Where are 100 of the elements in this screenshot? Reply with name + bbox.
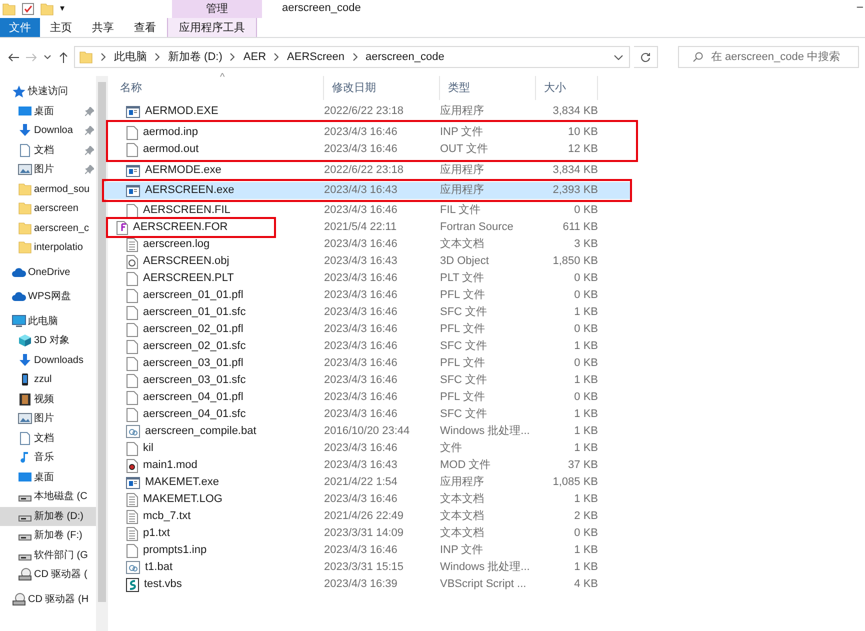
nav-item[interactable]: 新加卷 (F:) xyxy=(0,526,96,546)
file-row[interactable]: aerscreen_04_01.sfc 2023/4/3 16:46 SFC 文件 1 KB xyxy=(112,406,865,423)
search-field[interactable]: 在 aerscreen_code 中搜索 xyxy=(678,46,859,68)
file-row[interactable]: AERMOD.EXE 2022/6/22 23:18 应用程序 3,834 KB xyxy=(112,103,865,120)
file-row[interactable]: MAKEMET.exe 2021/4/22 1:54 应用程序 1,085 KB xyxy=(112,474,865,491)
file-name[interactable]: AERSCREEN.obj xyxy=(143,253,230,270)
file-row[interactable]: AERSCREEN.FIL 2023/4/3 16:46 FIL 文件 0 KB xyxy=(112,202,865,219)
file-name[interactable]: aerscreen_03_01.pfl xyxy=(143,355,244,372)
address-field[interactable]: 此电脑 新加卷 (D:) AER AERScreen aerscreen_code xyxy=(74,46,630,68)
file-name[interactable]: p1.txt xyxy=(143,525,170,542)
nav-item[interactable]: 图片 xyxy=(0,409,96,428)
nav-item[interactable]: aermod_sou xyxy=(0,180,96,199)
file-name[interactable]: aerscreen_01_01.pfl xyxy=(143,287,244,304)
checkbox-icon[interactable] xyxy=(22,3,34,15)
breadcrumb-item[interactable]: 此电脑 xyxy=(114,48,147,66)
pin-icon[interactable] xyxy=(85,165,94,174)
nav-item[interactable]: 文档 xyxy=(0,140,96,160)
nav-item[interactable]: 快速访问 xyxy=(0,82,96,102)
pin-icon[interactable] xyxy=(85,106,94,116)
nav-item[interactable]: 软件部门 (G xyxy=(0,546,96,565)
file-name[interactable]: aerscreen_03_01.sfc xyxy=(143,372,246,389)
file-row[interactable]: p1.txt 2023/3/31 14:09 文本文档 0 KB xyxy=(112,525,865,542)
file-row[interactable]: aerscreen_01_01.pfl 2023/4/3 16:46 PFL 文件 0 KB xyxy=(112,287,865,304)
file-row[interactable]: kil 2023/4/3 16:46 文件 1 KB xyxy=(112,440,865,457)
ribbon-tab[interactable]: 共享 xyxy=(82,18,124,37)
breadcrumb-item[interactable]: aerscreen_code xyxy=(366,48,444,66)
nav-item[interactable]: 音乐 xyxy=(0,448,96,468)
chevron-right-icon[interactable] xyxy=(230,53,236,61)
file-row[interactable]: aerscreen_02_01.pfl 2023/4/3 16:46 PFL 文件 0 KB xyxy=(112,321,865,338)
chevron-right-icon[interactable] xyxy=(274,53,280,61)
nav-item[interactable]: aerscreen_c xyxy=(0,218,96,238)
file-row[interactable]: AERSCREEN.FOR 2021/5/4 22:11 Fortran Source 611 KB xyxy=(112,217,865,238)
file-name[interactable]: prompts1.inp xyxy=(143,542,207,559)
back-arrow-icon[interactable] xyxy=(6,52,20,62)
breadcrumb-item[interactable]: AERScreen xyxy=(287,48,344,66)
nav-item[interactable]: Downloa xyxy=(0,121,96,140)
nav-item[interactable]: interpolatio xyxy=(0,238,96,258)
file-row[interactable]: aerscreen_04_01.pfl 2023/4/3 16:46 PFL 文件 0 KB xyxy=(112,389,865,406)
file-row[interactable]: aerscreen_compile.bat 2016/10/20 23:44 Windows 批处理... 1 KB xyxy=(112,423,865,440)
column-header[interactable]: 类型 xyxy=(440,76,536,100)
customize-caret[interactable]: ▾ xyxy=(60,2,65,16)
pin-icon[interactable] xyxy=(85,146,94,155)
ribbon-tab[interactable]: 查看 xyxy=(124,18,166,37)
file-row[interactable]: aermod.inp 2023/4/3 16:46 INP 文件 10 KB xyxy=(108,124,636,141)
file-name[interactable]: aerscreen.log xyxy=(143,236,210,253)
file-row[interactable]: aerscreen_03_01.sfc 2023/4/3 16:46 SFC 文件 1 KB xyxy=(112,372,865,389)
chevron-right-icon[interactable] xyxy=(101,53,106,61)
column-header[interactable]: 大小 xyxy=(536,76,598,100)
dropdown-chevron-icon[interactable] xyxy=(614,54,623,60)
file-row[interactable]: aerscreen_03_01.pfl 2023/4/3 16:46 PFL 文件 0 KB xyxy=(112,355,865,372)
breadcrumb-item[interactable]: 新加卷 (D:) xyxy=(168,48,222,66)
file-name[interactable]: MAKEMET.LOG xyxy=(143,491,222,508)
nav-item[interactable]: 图片 xyxy=(0,160,96,180)
breadcrumb-item[interactable]: AER xyxy=(243,48,266,66)
nav-item[interactable]: 桌面 xyxy=(0,468,96,487)
file-name[interactable]: aerscreen_compile.bat xyxy=(145,423,256,440)
file-row[interactable]: mcb_7.txt 2021/4/26 22:49 文本文档 2 KB xyxy=(112,508,865,525)
file-name[interactable]: aermod.out xyxy=(143,141,199,158)
column-header[interactable]: 修改日期 xyxy=(324,76,440,100)
file-row[interactable]: test.vbs 2023/4/3 16:39 VBScript Script ... 4 KB xyxy=(112,576,865,593)
file-name[interactable]: mcb_7.txt xyxy=(143,508,191,525)
pin-icon[interactable] xyxy=(85,126,94,136)
nav-item[interactable]: 新加卷 (D:) xyxy=(0,506,96,526)
file-row[interactable]: AERSCREEN.exe 2023/4/3 16:43 应用程序 2,393 KB xyxy=(104,182,630,199)
file-name[interactable]: AERMODE.exe xyxy=(145,162,222,179)
file-name[interactable]: aerscreen_02_01.sfc xyxy=(143,338,246,355)
file-name[interactable]: main1.mod xyxy=(143,457,198,474)
file-name[interactable]: aerscreen_04_01.pfl xyxy=(143,389,244,406)
file-row[interactable]: AERSCREEN.obj 2023/4/3 16:43 3D Object 1,850 KB xyxy=(112,253,865,270)
file-name[interactable]: AERSCREEN.PLT xyxy=(143,270,234,287)
file-row[interactable]: aerscreen.log 2023/4/3 16:46 文本文档 3 KB xyxy=(112,236,865,253)
minimize-button[interactable]: – xyxy=(856,0,863,14)
file-name[interactable]: MAKEMET.exe xyxy=(145,474,219,491)
nav-item[interactable]: 3D 对象 xyxy=(0,331,96,350)
file-row[interactable]: aermod.out 2023/4/3 16:46 OUT 文件 12 KB xyxy=(108,141,636,158)
nav-item[interactable]: zzul xyxy=(0,370,96,390)
file-name[interactable]: AERSCREEN.FOR xyxy=(133,219,228,236)
refresh-button[interactable] xyxy=(634,46,658,68)
scrollbar[interactable] xyxy=(96,76,108,631)
file-name[interactable]: aerscreen_02_01.pfl xyxy=(143,321,244,338)
file-row[interactable]: AERSCREEN.PLT 2023/4/3 16:46 PLT 文件 0 KB xyxy=(112,270,865,287)
file-row[interactable]: t1.bat 2023/3/31 15:15 Windows 批处理... 1 KB xyxy=(112,559,865,576)
nav-item[interactable]: aerscreen xyxy=(0,199,96,218)
file-name[interactable]: AERMOD.EXE xyxy=(145,103,218,120)
file-name[interactable]: kil xyxy=(143,440,154,457)
nav-item[interactable]: OneDrive xyxy=(0,262,96,282)
nav-item[interactable]: 此电脑 xyxy=(0,312,96,331)
file-name[interactable]: aerscreen_01_01.sfc xyxy=(143,304,246,321)
nav-item[interactable]: 本地磁盘 (C xyxy=(0,487,96,506)
nav-item[interactable]: 文档 xyxy=(0,428,96,448)
nav-item[interactable]: WPS网盘 xyxy=(0,287,96,306)
file-row[interactable]: AERMODE.exe 2022/6/22 23:18 应用程序 3,834 KB xyxy=(112,162,865,179)
nav-item[interactable]: CD 驱动器 ( xyxy=(0,565,96,584)
file-row[interactable]: MAKEMET.LOG 2023/4/3 16:46 文本文档 1 KB xyxy=(112,491,865,508)
ribbon-tab[interactable]: 主页 xyxy=(40,18,82,37)
file-name[interactable]: t1.bat xyxy=(145,559,173,576)
chevron-right-icon[interactable] xyxy=(155,53,160,61)
file-name[interactable]: AERSCREEN.exe xyxy=(145,182,234,199)
file-row[interactable]: aerscreen_02_01.sfc 2023/4/3 16:46 SFC 文件 1 KB xyxy=(112,338,865,355)
nav-item[interactable]: Downloads xyxy=(0,350,96,370)
